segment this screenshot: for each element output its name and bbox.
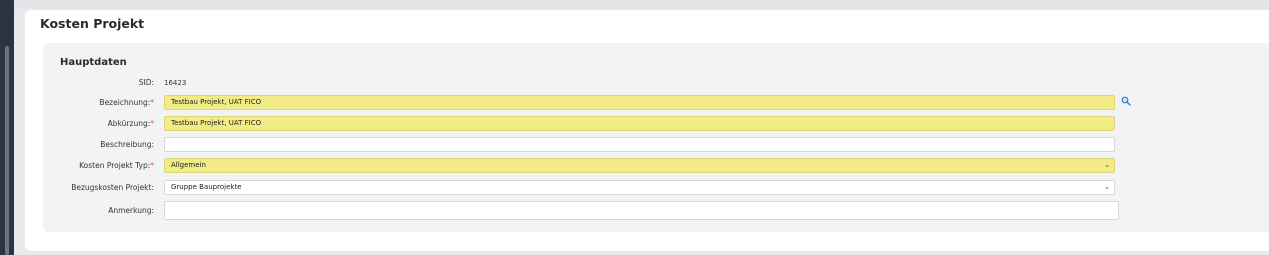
beschreibung-input[interactable] xyxy=(164,137,1115,152)
top-bar xyxy=(14,0,1269,9)
page-title: Kosten Projekt xyxy=(40,16,145,31)
required-marker: * xyxy=(150,119,154,128)
anmerkung-input[interactable] xyxy=(164,201,1119,220)
typ-select[interactable]: Allgemein ⌄ xyxy=(164,158,1115,173)
required-marker: * xyxy=(150,161,154,170)
abkuerzung-label: Abkürzung:* xyxy=(107,119,154,128)
bezugskosten-select[interactable]: Gruppe Bauprojekte ⌄ xyxy=(164,180,1115,195)
chevron-down-icon: ⌄ xyxy=(1104,161,1110,169)
sid-label: SID: xyxy=(138,78,154,87)
abkuerzung-input[interactable]: Testbau Projekt, UAT FICO xyxy=(164,116,1115,131)
typ-label: Kosten Projekt Typ:* xyxy=(79,161,154,170)
chevron-down-icon: ⌄ xyxy=(1104,183,1110,191)
bezugskosten-label: Bezugskosten Projekt: xyxy=(71,183,154,192)
anmerkung-label: Anmerkung: xyxy=(108,206,154,215)
required-marker: * xyxy=(150,98,154,107)
bezeichnung-input[interactable]: Testbau Projekt, UAT FICO xyxy=(164,95,1115,110)
beschreibung-label: Beschreibung: xyxy=(100,140,154,149)
search-icon[interactable] xyxy=(1121,96,1131,106)
sid-value: 16423 xyxy=(164,79,187,87)
section-title: Hauptdaten xyxy=(60,57,127,68)
bezeichnung-label: Bezeichnung:* xyxy=(99,98,154,107)
